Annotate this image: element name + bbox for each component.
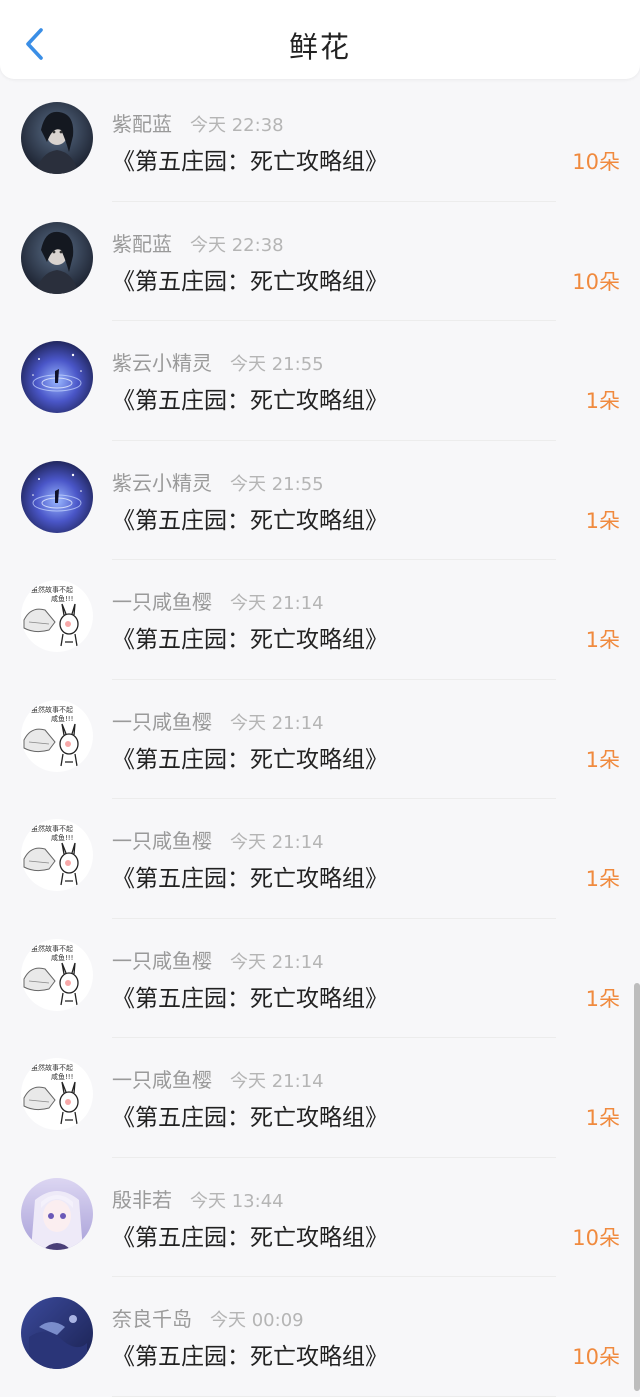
timestamp: 今天 21:14 xyxy=(230,832,324,853)
timestamp: 今天 21:14 xyxy=(230,1071,324,1092)
flower-count: 1朵 xyxy=(585,747,620,772)
user-name[interactable]: 紫配蓝 xyxy=(112,108,172,137)
list-item[interactable]: 殷非若 今天 13:44 《第五庄园：死亡攻略组》 10朵 xyxy=(0,1158,640,1277)
timestamp: 今天 21:55 xyxy=(230,354,324,375)
item-meta: 一只咸鱼樱 今天 21:14 xyxy=(112,586,324,615)
item-meta: 紫配蓝 今天 22:38 xyxy=(112,108,284,137)
flower-count: 10朵 xyxy=(572,1225,620,1250)
avatar[interactable]: 虽然故事不起 咸鱼!!! xyxy=(21,580,93,652)
list-item[interactable]: 紫配蓝 今天 22:38 《第五庄园：死亡攻略组》 10朵 xyxy=(0,202,640,321)
list-item[interactable]: 紫云小精灵 今天 21:55 《第五庄园：死亡攻略组》 1朵 xyxy=(0,321,640,441)
svg-text:虽然故事不起: 虽然故事不起 xyxy=(31,1063,73,1072)
svg-text:虽然故事不起: 虽然故事不起 xyxy=(31,824,73,833)
book-title[interactable]: 《第五庄园：死亡攻略组》 xyxy=(112,262,388,296)
item-meta: 奈良千岛 今天 00:09 xyxy=(112,1303,304,1332)
book-title[interactable]: 《第五庄园：死亡攻略组》 xyxy=(112,381,388,415)
avatar[interactable] xyxy=(21,221,93,294)
avatar[interactable] xyxy=(21,460,93,533)
book-title[interactable]: 《第五庄园：死亡攻略组》 xyxy=(112,1218,388,1252)
list-item[interactable]: 虽然故事不起 咸鱼!!! 一只咸鱼樱 今天 21:14 《第五庄园：死亡攻略组》… xyxy=(0,560,640,680)
scrollbar[interactable] xyxy=(634,983,640,1391)
svg-text:咸鱼!!!: 咸鱼!!! xyxy=(51,1072,73,1081)
flower-count: 10朵 xyxy=(572,150,620,174)
page-title: 鲜花 xyxy=(288,30,351,64)
flower-count: 10朵 xyxy=(572,269,620,294)
item-meta: 一只咸鱼樱 今天 21:14 xyxy=(112,706,324,735)
svg-text:咸鱼!!!: 咸鱼!!! xyxy=(51,953,73,962)
timestamp: 今天 22:38 xyxy=(190,234,284,256)
book-title[interactable]: 《第五庄园：死亡攻略组》 xyxy=(112,1098,388,1132)
avatar[interactable] xyxy=(21,102,93,174)
user-name[interactable]: 紫云小精灵 xyxy=(112,467,212,496)
flower-count: 1朵 xyxy=(585,1106,620,1130)
flower-count: 1朵 xyxy=(585,628,620,652)
timestamp: 今天 21:14 xyxy=(230,593,324,614)
flower-count: 1朵 xyxy=(585,867,620,891)
user-name[interactable]: 一只咸鱼樱 xyxy=(112,586,212,615)
item-meta: 殷非若 今天 13:44 xyxy=(112,1184,284,1213)
avatar[interactable]: 虽然故事不起 咸鱼!!! xyxy=(21,819,93,891)
user-name[interactable]: 紫云小精灵 xyxy=(112,347,212,376)
flower-count: 1朵 xyxy=(585,389,620,413)
list-item[interactable]: 虽然故事不起 咸鱼!!! 一只咸鱼樱 今天 21:14 《第五庄园：死亡攻略组》… xyxy=(0,919,640,1038)
list-item[interactable]: 虽然故事不起 咸鱼!!! 一只咸鱼樱 今天 21:14 《第五庄园：死亡攻略组》… xyxy=(0,680,640,799)
timestamp: 今天 21:14 xyxy=(230,712,324,734)
item-meta: 一只咸鱼樱 今天 21:14 xyxy=(112,825,324,854)
timestamp: 今天 00:09 xyxy=(210,1310,304,1331)
book-title[interactable]: 《第五庄园：死亡攻略组》 xyxy=(112,740,388,774)
svg-text:咸鱼!!!: 咸鱼!!! xyxy=(51,714,73,723)
user-name[interactable]: 紫配蓝 xyxy=(112,228,172,257)
user-name[interactable]: 一只咸鱼樱 xyxy=(112,945,212,974)
book-title[interactable]: 《第五庄园：死亡攻略组》 xyxy=(112,501,388,535)
avatar[interactable]: 虽然故事不起 咸鱼!!! xyxy=(21,1058,93,1130)
book-title[interactable]: 《第五庄园：死亡攻略组》 xyxy=(112,620,388,654)
user-name[interactable]: 一只咸鱼樱 xyxy=(112,706,212,735)
top-bar: 鲜花 xyxy=(0,0,640,79)
flower-count: 1朵 xyxy=(585,986,620,1011)
avatar[interactable] xyxy=(21,341,93,413)
list-item[interactable]: 奈良千岛 今天 00:09 《第五庄园：死亡攻略组》 10朵 xyxy=(0,1277,640,1397)
item-meta: 紫云小精灵 今天 21:55 xyxy=(112,467,324,496)
list-item[interactable]: 虽然故事不起 咸鱼!!! 一只咸鱼樱 今天 21:14 《第五庄园：死亡攻略组》… xyxy=(0,799,640,919)
timestamp: 今天 13:44 xyxy=(190,1190,284,1212)
item-meta: 一只咸鱼樱 今天 21:14 xyxy=(112,1064,324,1093)
timestamp: 今天 22:38 xyxy=(190,115,284,136)
item-meta: 一只咸鱼樱 今天 21:14 xyxy=(112,945,324,974)
avatar[interactable] xyxy=(21,1177,93,1250)
divider xyxy=(112,1395,556,1397)
book-title[interactable]: 《第五庄园：死亡攻略组》 xyxy=(112,979,388,1013)
avatar[interactable] xyxy=(21,1297,93,1369)
svg-text:咸鱼!!!: 咸鱼!!! xyxy=(51,833,73,842)
user-name[interactable]: 殷非若 xyxy=(112,1184,172,1213)
user-name[interactable]: 一只咸鱼樱 xyxy=(112,825,212,854)
svg-text:虽然故事不起: 虽然故事不起 xyxy=(31,944,73,953)
user-name[interactable]: 奈良千岛 xyxy=(112,1303,192,1332)
user-name[interactable]: 一只咸鱼樱 xyxy=(112,1064,212,1093)
list-item[interactable]: 紫配蓝 今天 22:38 《第五庄园：死亡攻略组》 10朵 xyxy=(0,82,640,202)
flower-record-list: 紫配蓝 今天 22:38 《第五庄园：死亡攻略组》 10朵 紫配蓝 今天 22:… xyxy=(0,82,640,1397)
item-meta: 紫云小精灵 今天 21:55 xyxy=(112,347,324,376)
avatar[interactable]: 虽然故事不起 咸鱼!!! xyxy=(21,938,93,1011)
book-title[interactable]: 《第五庄园：死亡攻略组》 xyxy=(112,1337,388,1371)
timestamp: 今天 21:14 xyxy=(230,951,324,973)
list-item[interactable]: 紫云小精灵 今天 21:55 《第五庄园：死亡攻略组》 1朵 xyxy=(0,441,640,560)
list-item[interactable]: 虽然故事不起 咸鱼!!! 一只咸鱼樱 今天 21:14 《第五庄园：死亡攻略组》… xyxy=(0,1038,640,1158)
svg-text:虽然故事不起: 虽然故事不起 xyxy=(31,585,73,594)
avatar[interactable]: 虽然故事不起 咸鱼!!! xyxy=(21,699,93,772)
flower-count: 1朵 xyxy=(585,508,620,533)
svg-text:咸鱼!!!: 咸鱼!!! xyxy=(51,594,73,603)
item-meta: 紫配蓝 今天 22:38 xyxy=(112,228,284,257)
book-title[interactable]: 《第五庄园：死亡攻略组》 xyxy=(112,142,388,176)
timestamp: 今天 21:55 xyxy=(230,473,324,495)
book-title[interactable]: 《第五庄园：死亡攻略组》 xyxy=(112,859,388,893)
flower-count: 10朵 xyxy=(572,1345,620,1369)
svg-text:虽然故事不起: 虽然故事不起 xyxy=(31,705,73,714)
